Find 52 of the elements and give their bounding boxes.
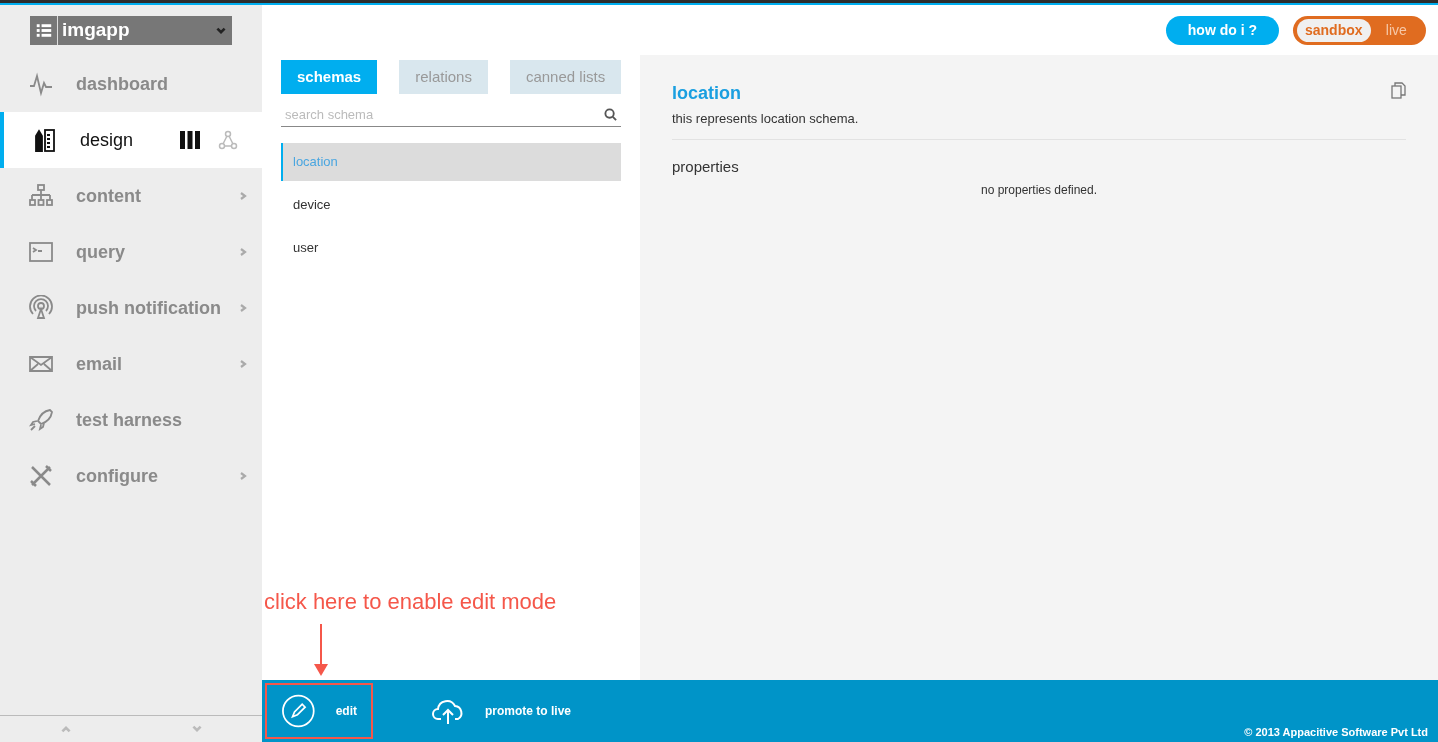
sidebar-item[interactable]: test harness: [0, 392, 262, 448]
sidebar-label: configure: [76, 464, 159, 488]
footer-action[interactable]: edit: [265, 683, 373, 739]
pulse-icon: [28, 71, 54, 97]
copyright-text: © 2013 Appacitive Software Pvt Ltd: [1244, 724, 1428, 740]
sidebar-item[interactable]: email: [0, 336, 262, 392]
terminal-icon: [28, 239, 54, 265]
empty-message: no properties defined.: [979, 182, 1099, 199]
graph-icon[interactable]: [218, 130, 238, 150]
tab[interactable]: canned lists: [509, 60, 622, 94]
sidebar-label: design: [80, 128, 135, 152]
sidebar-label: content: [76, 184, 142, 208]
search-field[interactable]: search schema: [281, 102, 621, 127]
pencil-icon: [281, 693, 316, 729]
sidebar-item[interactable]: dashboard: [0, 56, 262, 112]
annotation-text: click here to enable edit mode: [264, 588, 557, 616]
schema-item[interactable]: location: [281, 143, 621, 181]
sidebar-label: query: [76, 240, 127, 264]
sidebar-label: test harness: [76, 408, 184, 432]
cloud-upload-icon: [431, 697, 465, 725]
rocket-icon: [28, 407, 54, 433]
app-selector[interactable]: imgapp: [30, 16, 232, 45]
schema-item[interactable]: user: [281, 229, 621, 267]
environment-option[interactable]: sandbox: [1297, 18, 1371, 42]
tools-icon: [28, 463, 54, 489]
sidebar-item[interactable]: query: [0, 224, 262, 280]
hierarchy-icon: [28, 183, 54, 209]
sidebar-label: push notification: [76, 296, 222, 320]
environment-option[interactable]: live: [1370, 18, 1422, 42]
schema-description: this represents location schema.: [672, 109, 1406, 140]
sidebar-item[interactable]: push notification: [0, 280, 262, 336]
sidebar-item[interactable]: design: [0, 112, 262, 168]
schema-title: location: [672, 82, 741, 105]
search-icon: [604, 108, 617, 121]
help-button[interactable]: how do i ?: [1165, 15, 1279, 45]
section-heading: properties: [672, 156, 740, 177]
columns-icon[interactable]: [180, 131, 200, 149]
annotation-arrow: [314, 624, 328, 677]
pencil-ruler-icon: [32, 127, 58, 153]
broadcast-icon: [28, 295, 54, 321]
sidebar-label: dashboard: [76, 72, 169, 96]
app-name: imgapp: [62, 18, 131, 43]
copy-icon[interactable]: [1391, 82, 1406, 99]
tab[interactable]: schemas: [281, 60, 378, 94]
tab[interactable]: relations: [399, 60, 488, 94]
sidebar-label: email: [76, 352, 124, 376]
sidebar-item[interactable]: configure: [0, 448, 262, 504]
schema-item[interactable]: device: [281, 186, 621, 224]
chevron-up-icon: [59, 723, 72, 735]
footer-action[interactable]: promote to live: [417, 683, 585, 739]
sidebar-item[interactable]: content: [0, 168, 262, 224]
chevron-down-icon: [190, 723, 203, 735]
